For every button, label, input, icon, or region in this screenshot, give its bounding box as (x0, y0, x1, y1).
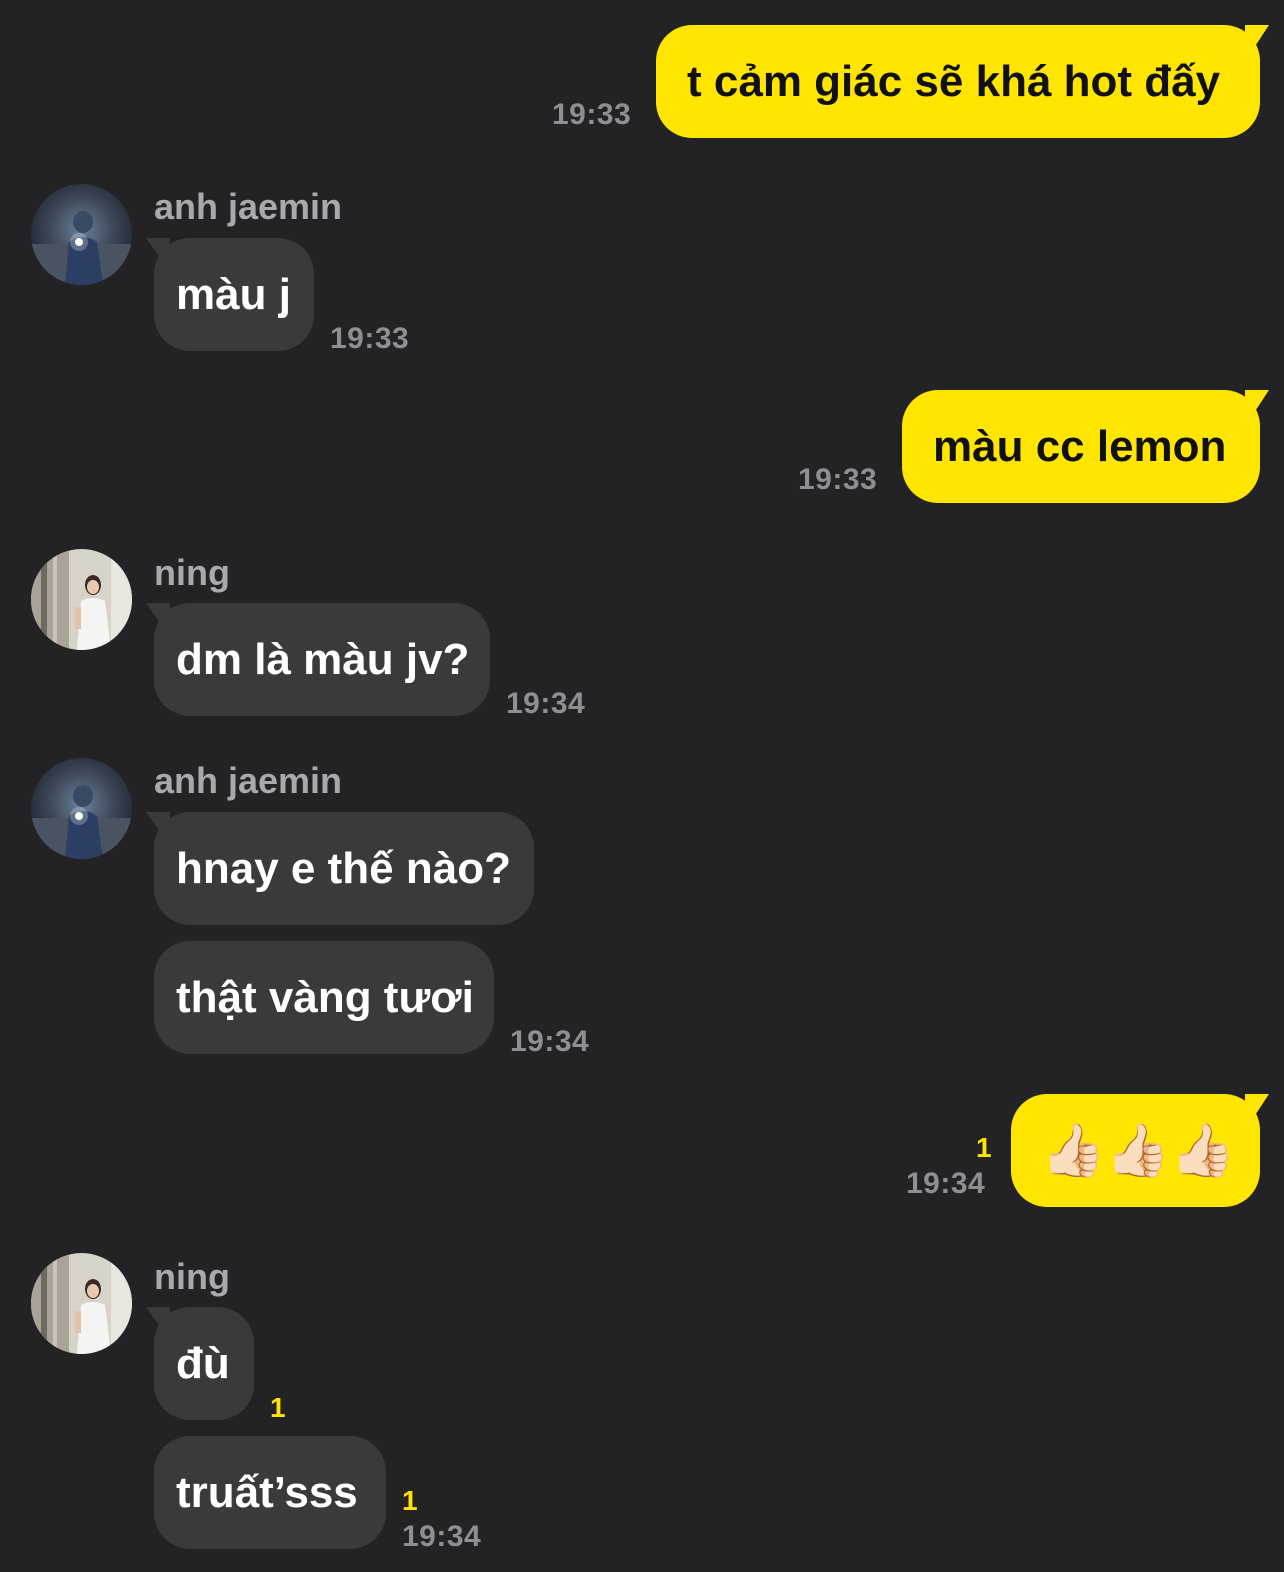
incoming-message-bubble[interactable]: màu j (146, 238, 314, 351)
avatar-jaemin[interactable] (31, 758, 132, 859)
avatar-photo-ning (31, 549, 132, 650)
bubble-tail (146, 812, 170, 834)
avatar-ning[interactable] (31, 549, 132, 650)
bubble-tail (1245, 390, 1269, 412)
incoming-message-bubble[interactable]: thật vàng tươi (154, 941, 494, 1054)
avatar-photo-jaemin (31, 184, 132, 285)
incoming-message-bubble[interactable]: truất’sss (154, 1436, 386, 1549)
message-timestamp: 19:33 (798, 463, 878, 496)
sender-name: ning (154, 1256, 230, 1297)
bubble-tail (1245, 25, 1269, 47)
message-text: truất’sss (176, 1467, 358, 1517)
sender-name: anh jaemin (154, 186, 343, 227)
bubble-tail (1245, 1094, 1269, 1116)
message-text: màu cc lemon (933, 421, 1227, 471)
incoming-message-bubble[interactable]: hnay e thế nào? (146, 812, 534, 925)
sender-name: ning (154, 552, 230, 593)
incoming-message-bubble[interactable]: đù (146, 1307, 254, 1420)
incoming-message-bubble[interactable]: dm là màu jv? (146, 603, 490, 716)
message-timestamp: 19:34 (906, 1167, 986, 1200)
message-timestamp: 19:33 (330, 322, 410, 355)
outgoing-message-bubble[interactable]: 👍🏻👍🏻👍🏻 (1011, 1094, 1269, 1207)
message-text: hnay e thế nào? (176, 843, 511, 893)
unread-count: 1 (976, 1132, 992, 1163)
thumbs-up-icon: 👍🏻👍🏻👍🏻 (1041, 1121, 1236, 1180)
message-text: thật vàng tươi (176, 972, 474, 1022)
message-text: dm là màu jv? (176, 634, 470, 684)
message-timestamp: 19:34 (402, 1520, 482, 1553)
unread-count: 1 (270, 1392, 286, 1423)
avatar-photo-jaemin (31, 758, 132, 859)
avatar-jaemin[interactable] (31, 184, 132, 285)
bubble-tail (146, 238, 170, 260)
bubble-tail (146, 1307, 170, 1329)
message-text: t cảm giác sẽ khá hot đấy (687, 56, 1221, 106)
avatar-photo-ning (31, 1253, 132, 1354)
message-text: đù (176, 1338, 230, 1388)
avatar-ning[interactable] (31, 1253, 132, 1354)
message-timestamp: 19:34 (510, 1025, 590, 1058)
sender-name: anh jaemin (154, 760, 343, 801)
unread-count: 1 (402, 1485, 418, 1516)
outgoing-message-bubble[interactable]: màu cc lemon (902, 390, 1269, 503)
outgoing-message-bubble[interactable]: t cảm giác sẽ khá hot đấy (656, 25, 1269, 138)
message-timestamp: 19:33 (552, 98, 632, 131)
message-timestamp: 19:34 (506, 687, 586, 720)
bubble-tail (146, 603, 170, 625)
message-text: màu j (176, 269, 291, 319)
